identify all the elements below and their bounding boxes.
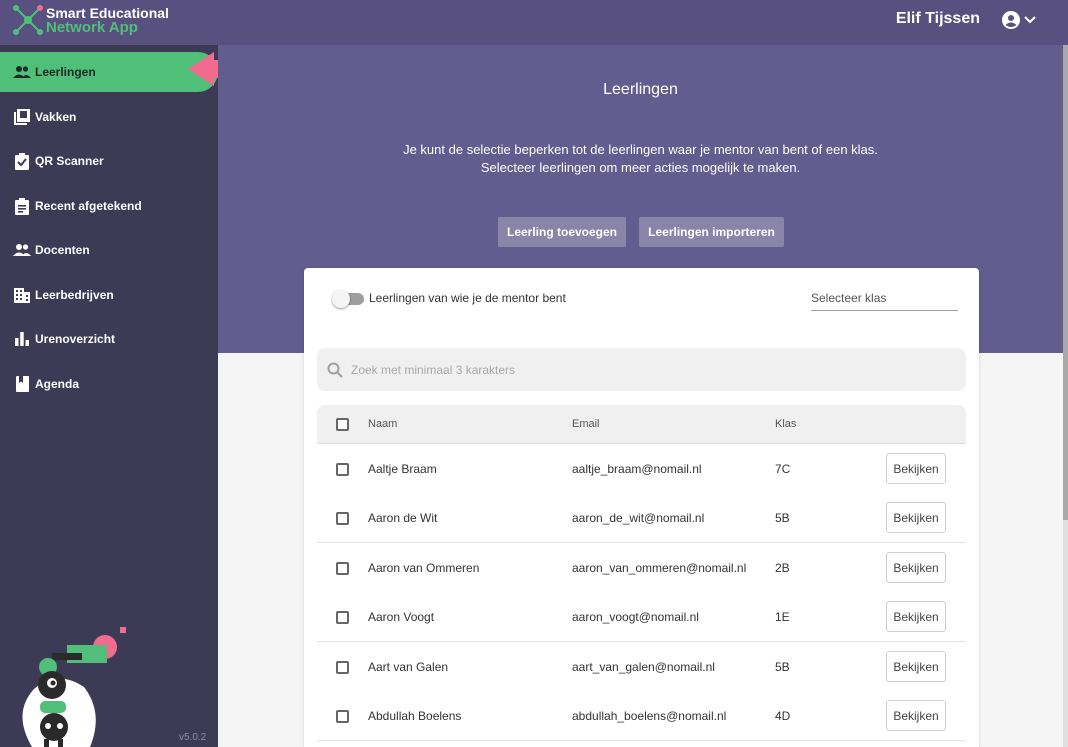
row-checkbox[interactable] bbox=[336, 710, 349, 723]
table-header: Naam Email Klas bbox=[317, 405, 966, 444]
select-all-checkbox[interactable] bbox=[336, 418, 349, 431]
student-klas: 7C bbox=[775, 462, 791, 476]
row-checkbox[interactable] bbox=[336, 661, 349, 674]
table-row[interactable]: Aaltje Braam aaltje_braam@nomail.nl 7C B… bbox=[317, 444, 966, 494]
search-placeholder: Zoek met minimaal 3 karakters bbox=[351, 362, 516, 377]
sidebar-item-urenoverzicht[interactable]: Urenoverzicht bbox=[0, 319, 218, 359]
view-button[interactable]: Bekijken bbox=[886, 502, 946, 533]
app-version: v5.0.2 bbox=[179, 732, 207, 743]
toggle-knob bbox=[332, 290, 350, 308]
sidebar-item-label: Vakken bbox=[35, 110, 77, 124]
sidebar-item-docenten[interactable]: Docenten bbox=[0, 230, 218, 270]
sidebar-item-vakken[interactable]: Vakken bbox=[0, 97, 218, 137]
row-checkbox[interactable] bbox=[336, 512, 349, 525]
table-row[interactable]: Abdullah Boelens abdullah_boelens@nomail… bbox=[317, 691, 966, 741]
search-icon bbox=[327, 362, 343, 378]
table-row[interactable]: Aaron van Ommeren aaron_van_ommeren@noma… bbox=[317, 543, 966, 593]
user-name: Elif Tijssen bbox=[895, 10, 980, 27]
sidebar-item-leerbedrijven[interactable]: Leerbedrijven bbox=[0, 275, 218, 315]
student-name: Aaron Voogt bbox=[368, 610, 435, 624]
student-klas: 1E bbox=[775, 610, 790, 624]
people-icon bbox=[13, 63, 31, 81]
bar-chart-icon bbox=[13, 330, 31, 348]
sidebar-item-label: Docenten bbox=[35, 243, 90, 257]
sidebar-item-leerlingen[interactable]: Leerlingen bbox=[0, 52, 218, 92]
page-scrollbar[interactable] bbox=[1063, 45, 1068, 747]
column-header-klas[interactable]: Klas bbox=[775, 418, 796, 430]
clipboard-check-icon bbox=[13, 152, 31, 170]
student-klas: 2B bbox=[775, 561, 790, 575]
row-checkbox[interactable] bbox=[336, 562, 349, 575]
add-student-button[interactable]: Leerling toevoegen bbox=[498, 217, 626, 247]
book-icon bbox=[13, 108, 31, 126]
top-bar: Smart Educational Network App Elif Tijss… bbox=[0, 0, 1068, 45]
chevron-down-icon bbox=[1024, 16, 1036, 24]
building-icon bbox=[13, 286, 31, 304]
student-email: abdullah_boelens@nomail.nl bbox=[572, 709, 727, 723]
table-row[interactable]: Aart van Galen aart_van_galen@nomail.nl … bbox=[317, 642, 966, 692]
page-title: Leerlingen bbox=[603, 81, 678, 98]
view-button[interactable]: Bekijken bbox=[886, 651, 946, 682]
student-klas: 5B bbox=[775, 511, 790, 525]
network-logo-icon bbox=[13, 5, 43, 35]
class-select[interactable]: Selecteer klas bbox=[811, 291, 958, 311]
search-input[interactable]: Zoek met minimaal 3 karakters bbox=[317, 348, 966, 391]
row-checkbox[interactable] bbox=[336, 611, 349, 624]
app-logo[interactable]: Smart Educational Network App bbox=[12, 4, 172, 40]
bookmark-book-icon bbox=[13, 375, 31, 393]
sidebar-item-qr-scanner[interactable]: QR Scanner bbox=[0, 141, 218, 181]
sidebar-item-recent-afgetekend[interactable]: Recent afgetekend bbox=[0, 186, 218, 226]
people-icon bbox=[13, 241, 31, 259]
table-row[interactable]: Aaron Voogt aaron_voogt@nomail.nl 1E Bek… bbox=[317, 592, 966, 642]
student-email: aaron_voogt@nomail.nl bbox=[572, 610, 699, 624]
student-name: Aart van Galen bbox=[368, 660, 449, 674]
class-select-placeholder: Selecteer klas bbox=[811, 291, 887, 305]
column-header-email[interactable]: Email bbox=[572, 418, 600, 430]
row-checkbox[interactable] bbox=[336, 463, 349, 476]
view-button[interactable]: Bekijken bbox=[886, 453, 946, 484]
student-name: Abdullah Boelens bbox=[368, 709, 462, 723]
student-name: Aaron de Wit bbox=[368, 511, 438, 525]
student-email: aart_van_galen@nomail.nl bbox=[572, 660, 715, 674]
sidebar-item-agenda[interactable]: Agenda bbox=[0, 364, 218, 404]
page-description: Je kunt de selectie beperken tot de leer… bbox=[218, 141, 1063, 177]
student-klas: 5B bbox=[775, 660, 790, 674]
student-name: Aaron van Ommeren bbox=[368, 561, 480, 575]
student-name: Aaltje Braam bbox=[368, 462, 437, 476]
column-header-name[interactable]: Naam bbox=[368, 418, 397, 430]
account-circle-icon bbox=[1002, 11, 1020, 29]
view-button[interactable]: Bekijken bbox=[886, 700, 946, 731]
sidebar: Leerlingen Vakken QR Scanner Recent afge… bbox=[0, 45, 218, 747]
student-email: aaron_de_wit@nomail.nl bbox=[572, 511, 705, 525]
scrollbar-thumb[interactable] bbox=[1063, 45, 1068, 520]
sidebar-item-label: Recent afgetekend bbox=[35, 199, 142, 213]
mentor-toggle[interactable] bbox=[332, 290, 364, 308]
sidebar-item-label: Agenda bbox=[35, 377, 80, 391]
student-email: aaron_van_ommeren@nomail.nl bbox=[572, 561, 747, 575]
user-menu-button[interactable] bbox=[1002, 10, 1038, 30]
student-klas: 4D bbox=[775, 709, 791, 723]
mentor-toggle-label: Leerlingen van wie je de mentor bent bbox=[369, 291, 566, 305]
students-card: Leerlingen van wie je de mentor bent Sel… bbox=[304, 268, 979, 747]
description-line-2: Selecteer leerlingen om meer acties moge… bbox=[480, 160, 801, 175]
description-line-1: Je kunt de selectie beperken tot de leer… bbox=[403, 142, 878, 157]
sidebar-item-label: QR Scanner bbox=[35, 154, 104, 168]
view-button[interactable]: Bekijken bbox=[886, 552, 946, 583]
student-email: aaltje_braam@nomail.nl bbox=[572, 462, 702, 476]
clipboard-list-icon bbox=[13, 197, 31, 215]
sidebar-item-label: Leerlingen bbox=[35, 65, 96, 79]
table-row[interactable]: Aaron de Wit aaron_de_wit@nomail.nl 5B B… bbox=[317, 493, 966, 543]
logo-title-line2: Network App bbox=[46, 19, 138, 36]
sidebar-item-label: Urenoverzicht bbox=[35, 332, 116, 346]
import-students-button[interactable]: Leerlingen importeren bbox=[639, 217, 784, 247]
mascot-illustration bbox=[22, 627, 126, 747]
sidebar-item-label: Leerbedrijven bbox=[35, 288, 114, 302]
view-button[interactable]: Bekijken bbox=[886, 601, 946, 632]
